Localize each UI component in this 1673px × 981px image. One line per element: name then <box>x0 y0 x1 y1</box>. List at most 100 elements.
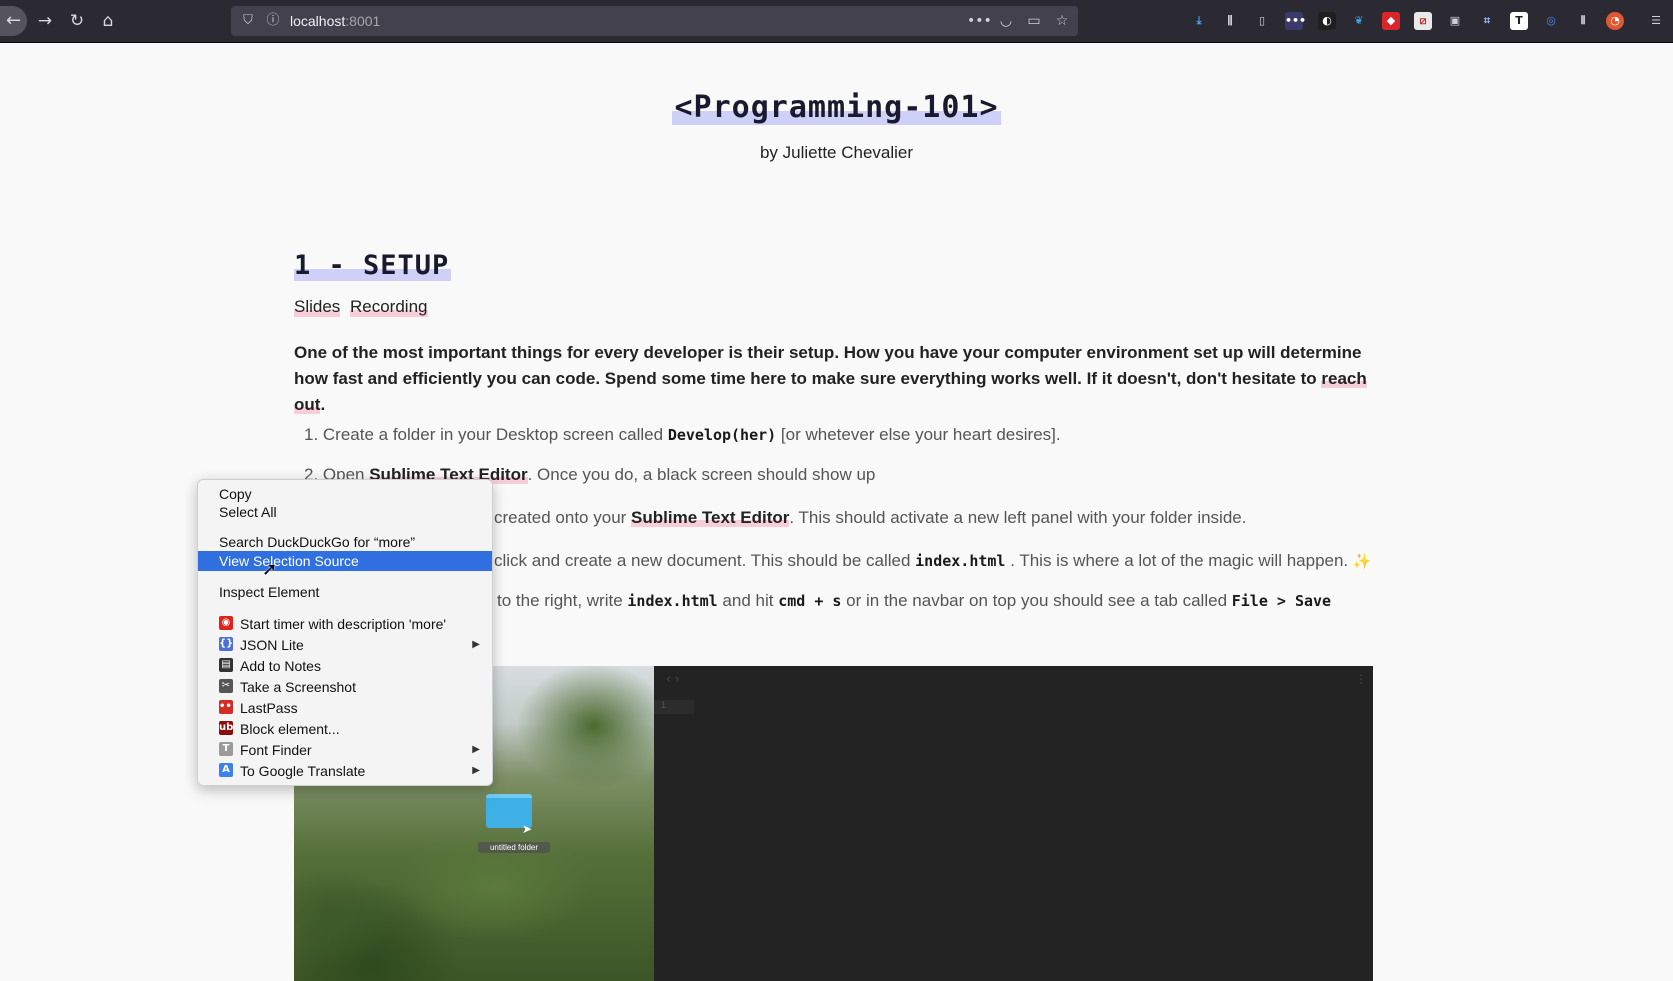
info-icon[interactable]: ⓘ <box>264 11 282 31</box>
step-5-code-menu: File > Save <box>1231 592 1332 610</box>
menu-copy-label: Copy <box>219 486 252 502</box>
bookmark-star-icon[interactable]: ☆ <box>1051 10 1073 32</box>
lastpass-icon: ••• <box>219 700 239 714</box>
menu-ext-item[interactable]: ••• LastPass <box>198 698 492 718</box>
slides-link[interactable]: Slides <box>294 297 341 317</box>
editor-line-number: 1 <box>654 700 694 714</box>
menu-ext-label: Font Finder <box>240 742 312 758</box>
extension-bird-icon[interactable]: ❦ <box>1350 12 1368 30</box>
extension-note-icon[interactable]: T <box>1510 12 1528 30</box>
submenu-arrow-icon: ▶ <box>472 639 480 650</box>
reader-view-icon[interactable]: ▭ <box>1023 10 1045 32</box>
menu-ext-label: Add to Notes <box>240 658 321 674</box>
downloads-icon[interactable]: ⤓ <box>1190 12 1208 30</box>
menu-ext-label: Block element... <box>240 721 340 737</box>
step-4-code: index.html <box>915 552 1006 570</box>
menu-inspect-element[interactable]: Inspect Element <box>198 582 492 602</box>
menu-ext-label: To Google Translate <box>240 763 366 779</box>
extension-slash-icon[interactable]: ⧄ <box>1414 12 1432 30</box>
menu-search-label: Search DuckDuckGo for “more” <box>219 534 416 550</box>
browser-toolbar: ← → ↻ ⌂ ⛉ ⓘ localhost:8001 ••• ◡ ▭ ☆ ⤓ ⫼… <box>0 0 1673 43</box>
extension-1password-icon[interactable]: ◐ <box>1318 12 1336 30</box>
extension-json-icon[interactable]: ▣ <box>1446 12 1464 30</box>
step-5-mid-1: and hit <box>717 591 779 610</box>
ublock-icon: ub <box>219 721 234 735</box>
forward-button[interactable]: → <box>33 9 57 33</box>
menu-ext-item[interactable]: ✂ Take a Screenshot <box>198 677 492 697</box>
json-lite-icon: {} <box>219 637 234 651</box>
reload-button[interactable]: ↻ <box>65 9 89 33</box>
step-1-suffix: [or whetever else your heart desires]. <box>776 425 1061 444</box>
step-5-code-shortcut: cmd + s <box>778 592 842 610</box>
menu-ext-label: Start timer with description 'more' <box>240 616 447 632</box>
step-1: 1. Create a folder in your Desktop scree… <box>304 425 1061 445</box>
extension-grid-icon[interactable]: ⌗ <box>1478 12 1496 30</box>
context-menu: Copy Select All Search DuckDuckGo for “m… <box>197 479 493 786</box>
translate-icon: A <box>219 763 233 777</box>
step-4-text: click and create a new document. This sh… <box>494 551 916 570</box>
page-title: <Programming-101> <box>672 90 1001 125</box>
menu-search-duckduckgo[interactable]: Search DuckDuckGo for “more” <box>198 532 492 552</box>
editor-nav-arrows-icon: ‹ › <box>666 672 680 686</box>
back-button[interactable]: ← <box>0 6 27 36</box>
intro-paragraph: One of the most important things for eve… <box>294 340 1374 418</box>
menu-inspect-label: Inspect Element <box>219 584 320 600</box>
menu-ext-item[interactable]: ub Block element... <box>198 719 492 739</box>
url-bar[interactable]: ⛉ ⓘ localhost:8001 ••• ◡ ▭ ☆ <box>231 6 1078 36</box>
recording-link[interactable]: Recording <box>350 297 428 317</box>
notes-icon: ▤ <box>219 658 233 672</box>
page-actions-icon[interactable]: ••• <box>967 10 992 32</box>
intro-end: . <box>320 395 326 414</box>
url-text[interactable]: localhost:8001 <box>290 13 380 29</box>
timer-icon: ◉ <box>219 616 233 630</box>
step-5: to the right, write index.html and hit c… <box>497 591 1331 611</box>
screenshot-icon: ✂ <box>219 679 233 693</box>
step-5-code-file: index.html <box>627 592 718 610</box>
menu-ext-item[interactable]: ▤ Add to Notes <box>198 656 492 676</box>
section-title: 1 - SETUP <box>294 250 452 281</box>
font-finder-icon: T <box>219 742 233 756</box>
menu-view-source-label: View Selection Source <box>219 553 359 569</box>
library-icon[interactable]: ⫼ <box>1221 12 1239 30</box>
step-4-suffix: . This is where a lot of the magic will … <box>1005 551 1353 570</box>
folder-label: untitled folder <box>478 842 550 853</box>
extension-duckduckgo-icon[interactable]: ◔ <box>1606 12 1624 30</box>
sublime-link-2[interactable]: Sublime Text Editor <box>631 508 790 527</box>
extension-translate-icon[interactable]: ◎ <box>1542 12 1560 30</box>
screenshot-cursor-icon: ➤ <box>522 822 533 836</box>
step-3: created onto your Sublime Text Editor. T… <box>494 508 1246 528</box>
menu-ext-item[interactable]: {} JSON Lite ▶ <box>198 635 492 655</box>
extension-bars-icon[interactable]: ⦀ <box>1574 12 1592 30</box>
step-3-suffix: . This should activate a new left panel … <box>789 508 1247 527</box>
step-2-suffix: . Once you do, a black screen should sho… <box>527 465 876 484</box>
sublime-editor-window: ‹ › 1 ⋮ <box>654 666 1373 981</box>
menu-ext-item[interactable]: ◉ Start timer with description 'more' <box>198 614 492 634</box>
menu-ext-item[interactable]: T Font Finder ▶ <box>198 740 492 760</box>
menu-copy[interactable]: Copy <box>198 484 492 504</box>
step-5-mid-2: or in the navbar on top you should see a… <box>841 591 1232 610</box>
step-5-text: to the right, write <box>497 591 628 610</box>
menu-ext-item[interactable]: A To Google Translate ▶ <box>198 761 492 781</box>
step-1-code: Develop(her) <box>667 426 777 444</box>
menu-ext-label: Take a Screenshot <box>240 679 356 695</box>
menu-view-selection-source[interactable]: View Selection Source <box>198 551 492 571</box>
extension-dots-icon[interactable]: ••• <box>1285 12 1306 30</box>
extension-red-icon[interactable]: ◆ <box>1382 12 1400 30</box>
pocket-icon[interactable]: ◡ <box>995 10 1017 32</box>
home-button[interactable]: ⌂ <box>96 9 120 33</box>
url-port: :8001 <box>345 13 381 29</box>
sidebar-icon[interactable]: ▯ <box>1253 12 1271 30</box>
shield-icon[interactable]: ⛉ <box>239 11 257 31</box>
mouse-cursor-icon: ➚ <box>262 559 278 580</box>
editor-more-icon: ⋮ <box>1355 672 1367 686</box>
menu-ext-label: LastPass <box>240 700 298 716</box>
step-4: click and create a new document. This sh… <box>494 551 1372 571</box>
menu-icon[interactable]: ☰ <box>1647 12 1665 30</box>
menu-select-all[interactable]: Select All <box>198 502 492 522</box>
intro-text: One of the most important things for eve… <box>294 343 1362 388</box>
submenu-arrow-icon: ▶ <box>472 765 480 776</box>
url-host: localhost <box>290 13 346 29</box>
submenu-arrow-icon: ▶ <box>472 744 480 755</box>
step-1-text: 1. Create a folder in your Desktop scree… <box>304 425 668 444</box>
step-3-text: created onto your <box>494 508 632 527</box>
